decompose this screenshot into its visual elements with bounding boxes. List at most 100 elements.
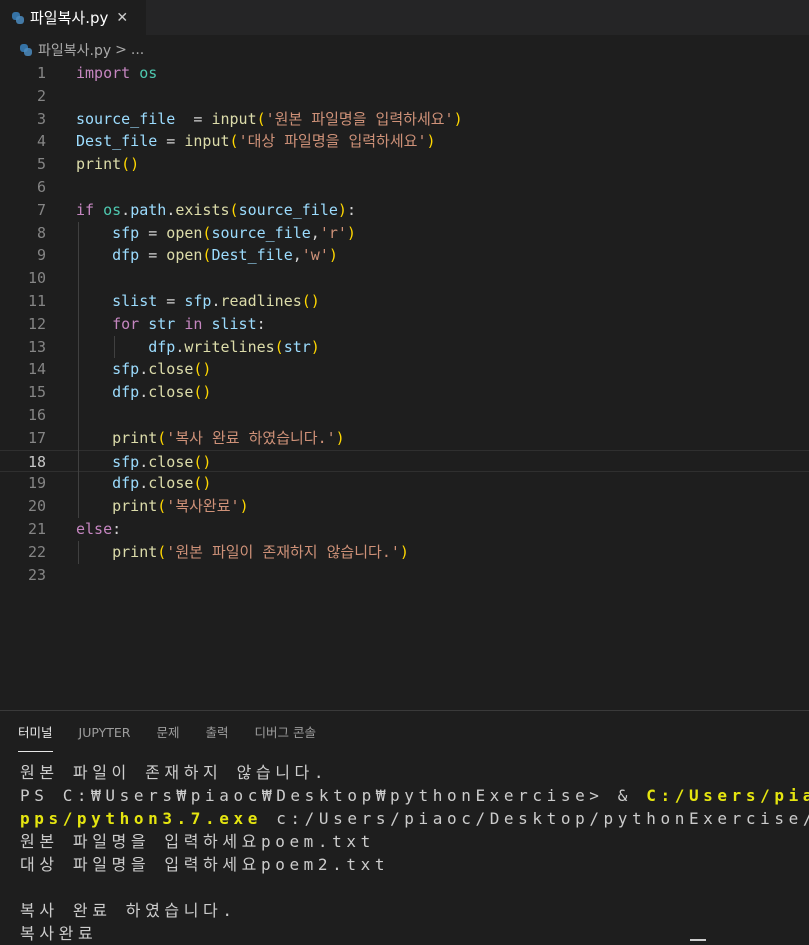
code-token: source_file: [76, 109, 176, 128]
indent-guide: [78, 312, 79, 336]
panel-tab[interactable]: 문제: [156, 723, 179, 751]
code-line[interactable]: 20 print('복사완료'): [0, 495, 809, 518]
code-text: source_file = input('원본 파일명을 입력하세요'): [76, 108, 463, 131]
code-token: close: [148, 383, 194, 402]
line-number: 14: [27, 360, 46, 379]
code-line[interactable]: 2: [0, 85, 809, 108]
panel-tab[interactable]: 터미널: [18, 723, 53, 752]
line-number: 7: [36, 200, 46, 219]
code-token: (): [193, 360, 212, 379]
terminal-text: 원본 파일이 존재하지 않습니다.: [20, 763, 329, 782]
indent-guide: [114, 335, 116, 359]
code-token: '원본 파일명을 입력하세요': [265, 109, 454, 128]
indent-guide: [78, 449, 79, 473]
code-token: (): [193, 452, 212, 471]
code-text: dfp = open(Dest_file,'w'): [112, 244, 338, 267]
code-token: close: [148, 452, 194, 471]
indent-guide: [78, 381, 79, 404]
close-icon[interactable]: ✕: [116, 10, 128, 26]
code-token: (: [229, 200, 239, 219]
code-token: ): [399, 542, 409, 561]
code-token: ,: [292, 246, 302, 265]
code-token: ,: [310, 223, 320, 242]
code-line[interactable]: 10: [0, 267, 809, 290]
line-number: 6: [36, 178, 46, 196]
code-line[interactable]: 3 source_file = input('원본 파일명을 입력하세요'): [0, 108, 809, 131]
line-number: 19: [27, 474, 46, 493]
code-editor[interactable]: 1 import os 2 3 source_file = input('원본 파일명을…: [0, 62, 809, 584]
editor-tab[interactable]: 파일복사.py ✕: [0, 0, 146, 35]
code-line[interactable]: 16: [0, 404, 809, 427]
code-line[interactable]: 19 dfp.close(): [0, 472, 809, 495]
line-number: 10: [27, 269, 46, 288]
breadcrumb-file[interactable]: 파일복사.py: [38, 40, 111, 60]
code-token: 'w': [301, 246, 329, 265]
code-token: Dest_file: [211, 246, 293, 265]
code-token: ): [453, 109, 463, 128]
code-token: import: [76, 64, 131, 82]
code-token: :: [112, 520, 122, 538]
code-line[interactable]: 12 for str in slist:: [0, 313, 809, 336]
code-line[interactable]: 15 dfp.close(): [0, 381, 809, 404]
line-number: 12: [27, 314, 46, 333]
code-text: else:: [76, 518, 121, 541]
terminal-text: 대상 파일명을 입력하세요poem2.txt: [20, 855, 390, 874]
breadcrumb-more[interactable]: ...: [131, 42, 144, 58]
panel-tab[interactable]: 디버그 콘솔: [255, 723, 316, 751]
code-line[interactable]: 6: [0, 176, 809, 199]
line-number: 4: [36, 132, 46, 151]
code-text: dfp.close(): [112, 381, 211, 404]
terminal-output[interactable]: 원본 파일이 존재하지 않습니다. PS C:₩Users₩piaoc₩Deskt…: [20, 761, 809, 945]
line-number: 21: [27, 520, 46, 538]
panel-tab[interactable]: 출력: [205, 723, 228, 751]
indent-guide: [78, 426, 79, 450]
code-line[interactable]: 18 sfp.close(): [0, 449, 809, 473]
code-line[interactable]: 5 print(): [0, 153, 809, 176]
terminal-line: 원본 파일이 존재하지 않습니다.: [20, 761, 809, 784]
code-line[interactable]: 14 sfp.close(): [0, 358, 809, 381]
tab-title: 파일복사.py: [30, 9, 109, 27]
code-line[interactable]: 17 print('복사 완료 하였습니다.'): [0, 427, 809, 450]
panel-tab[interactable]: JUPYTER: [79, 723, 131, 751]
code-token: (): [193, 383, 212, 402]
code-line[interactable]: 4 Dest_file = input('대상 파일명을 입력하세요'): [0, 130, 809, 153]
code-token: for: [112, 314, 140, 333]
code-token: '복사완료': [166, 497, 240, 516]
breadcrumb: 파일복사.py > ...: [0, 38, 809, 62]
code-line[interactable]: 7 if os.path.exists(source_file):: [0, 199, 809, 222]
code-token: (): [301, 292, 320, 310]
code-token: dfp: [148, 337, 176, 356]
code-line[interactable]: 11 slist = sfp.readlines(): [0, 290, 809, 313]
code-token: print: [76, 155, 122, 174]
terminal-line: 복사완료: [20, 922, 809, 945]
code-token: exists: [175, 200, 230, 219]
code-token: open: [166, 223, 203, 242]
code-token: :: [346, 200, 356, 219]
code-token: .: [139, 474, 149, 493]
code-line[interactable]: 8 sfp = open(source_file,'r'): [0, 222, 809, 245]
code-text: for str in slist:: [112, 313, 266, 336]
chevron-right-icon: >: [115, 42, 127, 58]
code-line[interactable]: 13 dfp.writelines(str): [0, 336, 809, 359]
line-number: 2: [36, 86, 46, 105]
line-number: 5: [36, 155, 46, 174]
code-line[interactable]: 21 else:: [0, 518, 809, 541]
code-line[interactable]: 1 import os: [0, 62, 809, 85]
code-token: source_file: [211, 223, 311, 242]
code-token: str: [148, 314, 176, 333]
terminal-cursor: [690, 939, 706, 941]
code-line[interactable]: 22 print('원본 파일이 존재하지 않습니다.'): [0, 541, 809, 564]
code-token: ): [310, 337, 320, 356]
code-text: print('복사완료'): [112, 495, 248, 518]
line-number: 18: [27, 452, 46, 471]
code-token: (: [274, 337, 284, 356]
code-line[interactable]: 9 dfp = open(Dest_file,'w'): [0, 244, 809, 267]
terminal-text: 복사 완료 하였습니다.: [20, 901, 237, 920]
code-line[interactable]: 23: [0, 564, 809, 587]
code-text: print('원본 파일이 존재하지 않습니다.'): [112, 541, 409, 564]
panel-tabs: 터미널 JUPYTER 문제 출력 디버그 콘솔: [18, 723, 342, 753]
code-token: .: [139, 452, 149, 471]
terminal-line: 복사 완료 하였습니다.: [20, 899, 809, 922]
